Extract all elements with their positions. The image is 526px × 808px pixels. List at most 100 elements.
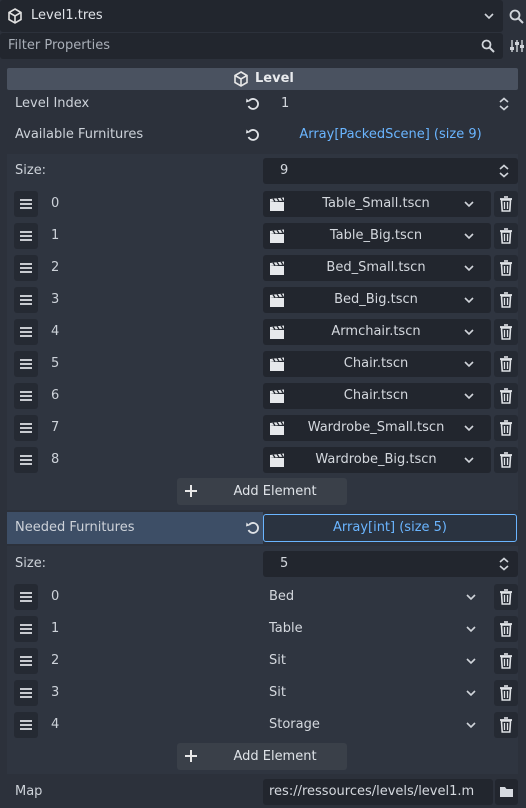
enum-value: Sit xyxy=(269,653,286,668)
drag-handle[interactable] xyxy=(14,648,38,674)
element-index: 0 xyxy=(51,196,60,211)
drag-handle[interactable] xyxy=(14,319,38,345)
spinner-arrows-icon[interactable] xyxy=(498,164,510,178)
trash-icon xyxy=(500,685,512,701)
remove-element-button[interactable] xyxy=(494,648,518,674)
filter-properties-field[interactable]: Filter Properties xyxy=(0,33,503,59)
clapperboard-icon xyxy=(270,325,284,339)
revert-icon[interactable] xyxy=(245,127,261,143)
drag-handle[interactable] xyxy=(14,255,38,281)
chevron-down-icon xyxy=(464,361,474,368)
clapperboard-icon xyxy=(270,421,284,435)
clapperboard-icon xyxy=(270,229,284,243)
scene-picker[interactable]: Wardrobe_Small.tscn xyxy=(263,415,491,441)
scene-picker[interactable]: Bed_Small.tscn xyxy=(263,255,491,281)
remove-element-button[interactable] xyxy=(494,712,518,738)
scene-file-name: Table_Big.tscn xyxy=(329,228,423,243)
scene-picker[interactable]: Table_Big.tscn xyxy=(263,223,491,249)
remove-element-button[interactable] xyxy=(494,287,518,313)
array-element-row: 5 Chair.tscn xyxy=(7,348,518,380)
chevron-down-icon xyxy=(466,594,476,601)
array-toggle-button[interactable]: Array[int] (size 5) xyxy=(263,514,517,542)
drag-handle[interactable] xyxy=(14,287,38,313)
array-toggle-button[interactable]: Array[PackedScene] (size 9) xyxy=(263,119,518,151)
drag-handle-icon xyxy=(20,199,32,209)
element-index: 5 xyxy=(51,356,60,371)
element-index: 1 xyxy=(51,228,60,243)
chevron-down-icon xyxy=(464,233,474,240)
enum-dropdown[interactable]: Sit xyxy=(263,648,491,674)
remove-element-button[interactable] xyxy=(494,584,518,610)
add-element-label: Add Element xyxy=(233,749,317,764)
scene-file-name: Wardrobe_Big.tscn xyxy=(315,452,437,467)
add-element-button[interactable]: Add Element xyxy=(177,478,347,505)
drag-handle[interactable] xyxy=(14,712,38,738)
scene-picker[interactable]: Bed_Big.tscn xyxy=(263,287,491,313)
size-spinbox[interactable]: 9 xyxy=(263,158,518,184)
inspect-object-icon[interactable] xyxy=(508,8,526,26)
chevron-down-icon xyxy=(464,393,474,400)
drag-handle[interactable] xyxy=(14,447,38,473)
remove-element-button[interactable] xyxy=(494,680,518,706)
remove-element-button[interactable] xyxy=(494,415,518,441)
drag-handle[interactable] xyxy=(14,680,38,706)
scene-file-name: Wardrobe_Small.tscn xyxy=(307,420,445,435)
remove-element-button[interactable] xyxy=(494,351,518,377)
level-index-spinbox[interactable]: 1 xyxy=(263,91,518,117)
remove-element-button[interactable] xyxy=(494,223,518,249)
array-element-row: 7 Wardrobe_Small.tscn xyxy=(7,412,518,444)
drag-handle-icon xyxy=(20,688,32,698)
resource-selector[interactable]: Level1.tres xyxy=(0,0,503,32)
add-element-button[interactable]: Add Element xyxy=(177,743,347,770)
array-element-row: 8 Wardrobe_Big.tscn xyxy=(7,444,518,476)
scene-picker[interactable]: Armchair.tscn xyxy=(263,319,491,345)
array-element-row: 4 Storage xyxy=(7,709,518,741)
drag-handle-icon xyxy=(20,624,32,634)
spinner-arrows-icon[interactable] xyxy=(498,97,510,111)
remove-element-button[interactable] xyxy=(494,255,518,281)
resource-name: Level1.tres xyxy=(31,8,103,23)
enum-dropdown[interactable]: Sit xyxy=(263,680,491,706)
browse-folder-button[interactable] xyxy=(495,779,518,805)
enum-dropdown[interactable]: Table xyxy=(263,616,491,642)
revert-icon[interactable] xyxy=(245,96,261,112)
tools-icon[interactable] xyxy=(509,38,525,54)
scene-picker[interactable]: Table_Small.tscn xyxy=(263,191,491,217)
scene-picker[interactable]: Chair.tscn xyxy=(263,351,491,377)
scene-file-name: Chair.tscn xyxy=(343,356,409,371)
size-label: Size: xyxy=(15,556,47,571)
enum-value: Storage xyxy=(269,717,320,732)
drag-handle[interactable] xyxy=(14,584,38,610)
remove-element-button[interactable] xyxy=(494,191,518,217)
remove-element-button[interactable] xyxy=(494,616,518,642)
remove-element-button[interactable] xyxy=(494,447,518,473)
remove-element-button[interactable] xyxy=(494,383,518,409)
trash-icon xyxy=(500,356,512,372)
chevron-down-icon[interactable] xyxy=(483,10,495,22)
array-element-row: 2 Sit xyxy=(7,645,518,677)
drag-handle[interactable] xyxy=(14,383,38,409)
enum-dropdown[interactable]: Storage xyxy=(263,712,491,738)
scene-picker[interactable]: Chair.tscn xyxy=(263,383,491,409)
scene-file-name: Chair.tscn xyxy=(343,388,409,403)
drag-handle[interactable] xyxy=(14,616,38,642)
property-map: Map res://ressources/levels/level1.m xyxy=(7,776,518,808)
spinner-arrows-icon[interactable] xyxy=(498,557,510,571)
chevron-down-icon xyxy=(464,297,474,304)
scene-picker[interactable]: Wardrobe_Big.tscn xyxy=(263,447,491,473)
map-path-field[interactable]: res://ressources/levels/level1.m xyxy=(263,779,493,805)
element-index: 8 xyxy=(51,452,60,467)
trash-icon xyxy=(500,292,512,308)
drag-handle-icon xyxy=(20,423,32,433)
drag-handle[interactable] xyxy=(14,223,38,249)
drag-handle[interactable] xyxy=(14,191,38,217)
drag-handle[interactable] xyxy=(14,351,38,377)
enum-dropdown[interactable]: Bed xyxy=(263,584,491,610)
size-spinbox[interactable]: 5 xyxy=(263,551,518,577)
element-index: 4 xyxy=(51,324,60,339)
revert-icon[interactable] xyxy=(245,520,261,536)
remove-element-button[interactable] xyxy=(494,319,518,345)
enum-value: Sit xyxy=(269,685,286,700)
property-label: Available Furnitures xyxy=(15,127,144,142)
drag-handle[interactable] xyxy=(14,415,38,441)
